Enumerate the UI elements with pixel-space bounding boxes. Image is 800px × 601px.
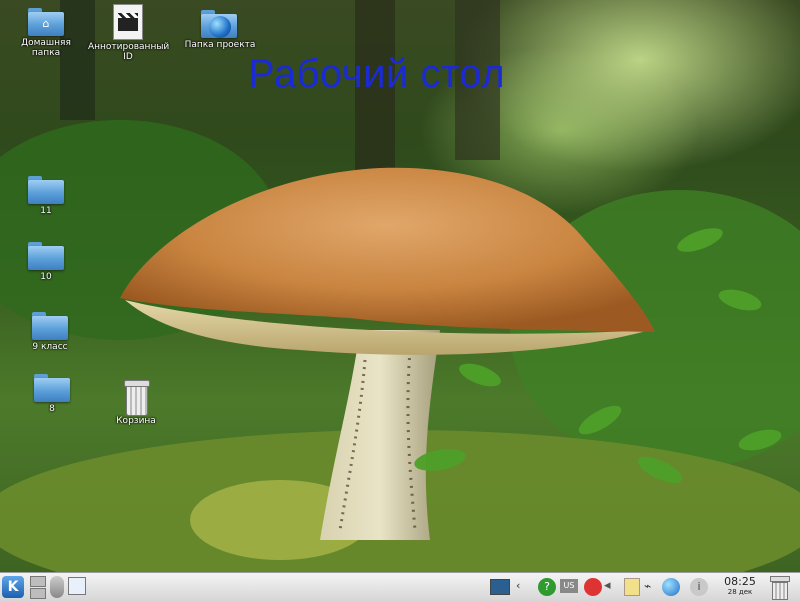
network-status-icon[interactable]: ?: [538, 578, 556, 596]
show-desktop-icon[interactable]: [68, 577, 86, 595]
clock-date: 28 дек: [727, 588, 753, 596]
keyboard-layout-indicator[interactable]: US: [560, 579, 578, 593]
arrow-left-icon[interactable]: ‹: [516, 579, 526, 593]
desktop-icon-label: Корзина: [116, 416, 156, 426]
folder-icon: [28, 176, 64, 204]
taskbar-trash-icon[interactable]: [770, 576, 790, 600]
desktop-icon-label: 11: [40, 206, 52, 216]
desktop-icon-network[interactable]: Папка проекта: [180, 10, 260, 50]
desktop-icon-label: 9 класс: [32, 342, 68, 352]
desktop-icon-label: 10: [40, 272, 52, 282]
network-folder-icon: [201, 10, 239, 38]
mouse-icon[interactable]: [50, 576, 64, 598]
volume-icon[interactable]: ◂: [604, 578, 618, 594]
desktop-icon-label: Папка проекта: [184, 40, 256, 50]
clipboard-icon[interactable]: [624, 578, 640, 596]
desktop-icon-folder-9[interactable]: 9 класс: [10, 312, 90, 352]
desktop-icon-label: 8: [49, 404, 55, 414]
pager-desktop-1[interactable]: [30, 576, 46, 587]
trash-icon: [124, 380, 150, 416]
clock[interactable]: 08:25 28 дек: [718, 575, 762, 597]
pager-desktop-2[interactable]: [30, 588, 46, 599]
desktop-icon-label: Аннотированный ID: [88, 42, 170, 62]
desktop-icon-home[interactable]: ⌂ Домашняя папка: [6, 8, 86, 58]
folder-icon: [28, 242, 64, 270]
desktop-icon-folder-11[interactable]: 11: [6, 176, 86, 216]
start-menu-button[interactable]: K: [2, 576, 24, 598]
taskbar: K ‹ ? US ◂ ⌁ i 08:25 28 дек: [0, 572, 800, 601]
desktop-icon-label: Домашняя папка: [21, 38, 71, 58]
info-icon[interactable]: i: [690, 578, 708, 596]
home-folder-icon: ⌂: [28, 8, 64, 36]
clock-time: 08:25: [724, 575, 756, 588]
alert-icon[interactable]: [584, 578, 602, 596]
desktop-icon-folder-8[interactable]: 8: [12, 374, 92, 414]
monitor-icon[interactable]: [490, 579, 510, 595]
page-title: Рабочий стол: [248, 52, 506, 96]
folder-icon: [32, 312, 68, 340]
desktop-icon-trash[interactable]: Корзина: [96, 380, 176, 426]
updates-icon[interactable]: [662, 578, 680, 596]
connection-icon[interactable]: ⌁: [644, 578, 658, 594]
folder-icon: [34, 374, 70, 402]
desktop-icon-video[interactable]: Аннотированный ID: [88, 4, 170, 62]
desktop-icon-folder-10[interactable]: 10: [6, 242, 86, 282]
video-file-icon: [113, 4, 143, 40]
